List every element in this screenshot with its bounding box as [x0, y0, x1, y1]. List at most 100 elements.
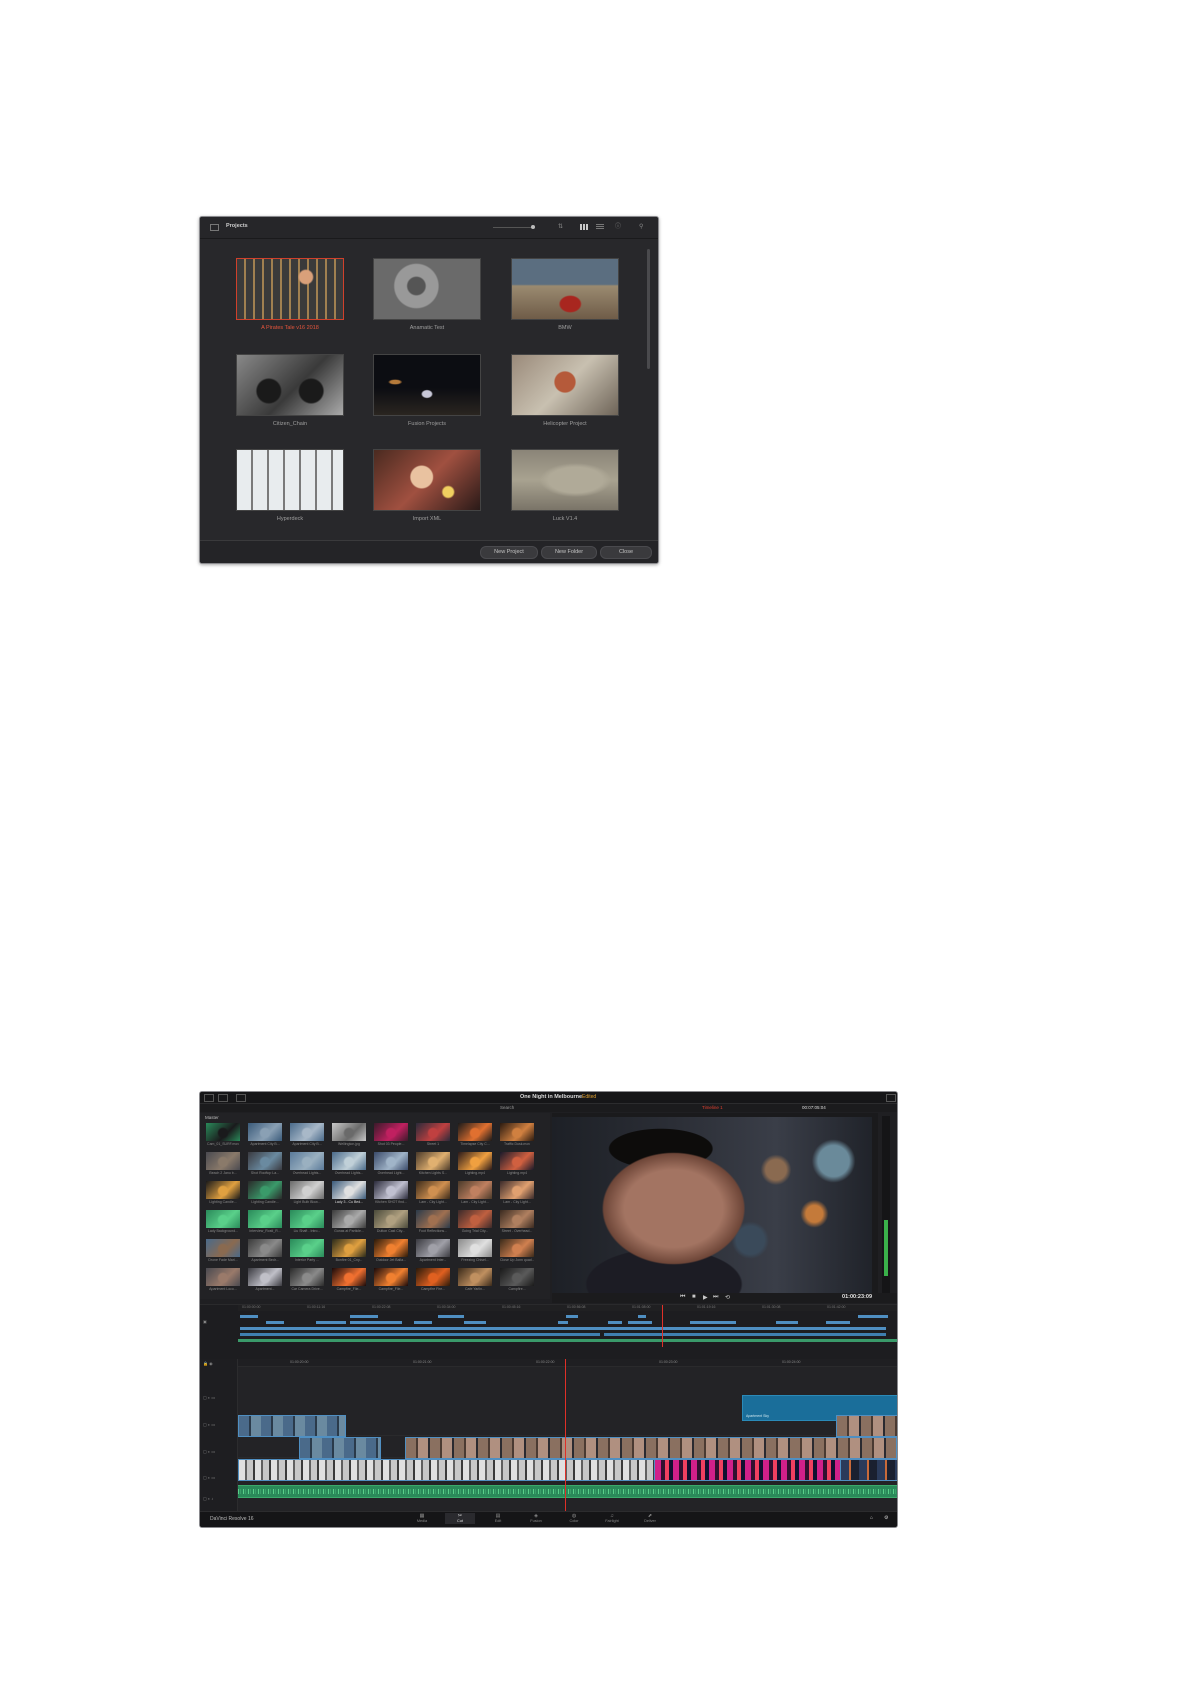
media-clip-thumbnail[interactable]: [248, 1181, 282, 1199]
media-clip[interactable]: Lam - Cky Light...: [500, 1181, 534, 1205]
settings-gear-icon[interactable]: ⚙: [884, 1515, 888, 1521]
transitions-icon[interactable]: [236, 1094, 246, 1102]
media-clip[interactable]: Interview_Rosti_R...: [248, 1210, 282, 1234]
lower-ruler[interactable]: 01:00:20:00 01:00:21:00 01:00:22:00 01:00:2…: [238, 1359, 897, 1367]
audio-track-1[interactable]: [238, 1485, 897, 1498]
media-clip-thumbnail[interactable]: [500, 1181, 534, 1199]
media-clip-thumbnail[interactable]: [458, 1268, 492, 1286]
media-clip-thumbnail[interactable]: [248, 1152, 282, 1170]
media-clip[interactable]: Outdoor Jet Balla...: [374, 1239, 408, 1263]
media-clip[interactable]: Cam_01_SURF.mov: [206, 1123, 240, 1147]
search-icon[interactable]: ⚲: [639, 224, 646, 230]
media-clip-thumbnail[interactable]: [248, 1123, 282, 1141]
media-clip-thumbnail[interactable]: [332, 1152, 366, 1170]
thumbnail-size-slider-knob[interactable]: [531, 225, 535, 229]
timeline-clip[interactable]: [690, 1321, 736, 1324]
video-clip[interactable]: [299, 1437, 381, 1459]
media-clip[interactable]: Car Camera Drive...: [290, 1268, 324, 1292]
media-clip[interactable]: Light Bulb Blow...: [290, 1181, 324, 1205]
media-clip-thumbnail[interactable]: [416, 1239, 450, 1257]
play-icon[interactable]: ▶: [703, 1294, 708, 1301]
media-clip[interactable]: Shot 03 People...: [374, 1123, 408, 1147]
media-clip-thumbnail[interactable]: [332, 1210, 366, 1228]
timeline-clip[interactable]: [240, 1327, 886, 1330]
page-tab-cut[interactable]: ✂ Cut: [445, 1513, 475, 1524]
media-clip[interactable]: Campfire_Flie...: [332, 1268, 366, 1292]
close-button[interactable]: Close: [600, 546, 652, 559]
media-clip-thumbnail[interactable]: [248, 1210, 282, 1228]
media-clip[interactable]: Overhead Lights...: [290, 1152, 324, 1176]
media-clip-thumbnail[interactable]: [458, 1210, 492, 1228]
media-clip-thumbnail[interactable]: [458, 1181, 492, 1199]
sync-bin-icon[interactable]: [218, 1094, 228, 1102]
search-label[interactable]: Search: [500, 1105, 514, 1110]
media-clip[interactable]: Drone Fade Mari...: [206, 1239, 240, 1263]
media-clip[interactable]: Street 1: [416, 1123, 450, 1147]
media-clip-thumbnail[interactable]: [290, 1123, 324, 1141]
track-header-v3[interactable]: ▢ ◐ ▭: [203, 1422, 215, 1427]
media-clip-thumbnail[interactable]: [290, 1152, 324, 1170]
media-pool-toggle-icon[interactable]: [204, 1094, 214, 1102]
sort-icon[interactable]: ⇅: [558, 224, 565, 230]
project-thumbnail[interactable]: [236, 258, 344, 320]
media-clip-thumbnail[interactable]: [416, 1152, 450, 1170]
page-tab-edit[interactable]: ▤ Edit: [483, 1513, 513, 1524]
media-clip-thumbnail[interactable]: [248, 1239, 282, 1257]
media-clip[interactable]: Lam - Cky Light...: [458, 1181, 492, 1205]
media-clip[interactable]: Kitchen SHOT find...: [374, 1181, 408, 1205]
media-clip-thumbnail[interactable]: [374, 1181, 408, 1199]
media-clip-thumbnail[interactable]: [248, 1268, 282, 1286]
track-header-v4[interactable]: ▢ ◐ ▭: [203, 1395, 215, 1400]
media-clip-thumbnail[interactable]: [206, 1152, 240, 1170]
media-clip[interactable]: Interior Party ...: [290, 1239, 324, 1263]
page-tab-color[interactable]: ◍ Color: [559, 1513, 589, 1524]
timeline-clip[interactable]: [240, 1333, 600, 1336]
media-clip[interactable]: Beach 2 Janu b...: [206, 1152, 240, 1176]
project-thumbnail[interactable]: [511, 258, 619, 320]
timeline-clip[interactable]: [438, 1315, 464, 1318]
timeline-clip[interactable]: [638, 1315, 646, 1318]
media-clip[interactable]: Foot Reflections...: [416, 1210, 450, 1234]
thumbnail-size-slider[interactable]: [493, 227, 535, 228]
upper-playhead[interactable]: [662, 1305, 663, 1347]
media-clip[interactable]: Shot Rooftop La...: [248, 1152, 282, 1176]
media-clip-thumbnail[interactable]: [458, 1152, 492, 1170]
list-view-icon[interactable]: [596, 224, 604, 230]
media-clip[interactable]: Going Trial City...: [458, 1210, 492, 1234]
media-clip[interactable]: Campfire Fire...: [416, 1268, 450, 1292]
media-clip[interactable]: Campfire...: [500, 1268, 534, 1292]
timeline-name[interactable]: Timeline 1: [702, 1105, 723, 1110]
grid-view-icon[interactable]: [580, 224, 588, 230]
media-clip-thumbnail[interactable]: [500, 1268, 534, 1286]
media-clip-thumbnail[interactable]: [416, 1123, 450, 1141]
page-tab-deliver[interactable]: ⬈ Deliver: [635, 1513, 665, 1524]
timeline-clip[interactable]: [608, 1321, 622, 1324]
track-header-a1[interactable]: ▢ ◐ ♪: [203, 1496, 213, 1501]
project-thumbnail[interactable]: [373, 258, 481, 320]
project-thumbnail[interactable]: [373, 449, 481, 511]
jump-end-icon[interactable]: ⏭: [713, 1294, 718, 1301]
video-clip[interactable]: [840, 1459, 897, 1481]
media-clip-thumbnail[interactable]: [374, 1268, 408, 1286]
media-clip[interactable]: Timelapse City C...: [458, 1123, 492, 1147]
media-clip-thumbnail[interactable]: [206, 1268, 240, 1286]
timeline-clip[interactable]: [776, 1321, 798, 1324]
media-clip-thumbnail[interactable]: [458, 1239, 492, 1257]
media-clip[interactable]: Lady 3 - Cu Bed...: [332, 1181, 366, 1205]
track-header-v2[interactable]: ▢ ◐ ▭: [203, 1449, 215, 1454]
page-tab-fairlight[interactable]: ♫ Fairlight: [597, 1513, 627, 1524]
media-clip[interactable]: Close Up Jonn quad...: [500, 1239, 534, 1263]
timeline-clip[interactable]: [566, 1315, 578, 1318]
timeline-clip[interactable]: [414, 1321, 432, 1324]
media-clip-thumbnail[interactable]: [290, 1181, 324, 1199]
page-tab-media[interactable]: ▦ Media: [407, 1513, 437, 1524]
project-thumbnail[interactable]: [236, 354, 344, 416]
video-clip[interactable]: [405, 1437, 897, 1459]
media-clip-thumbnail[interactable]: [500, 1210, 534, 1228]
media-clip[interactable]: Lighting.mp4: [458, 1152, 492, 1176]
media-clip-thumbnail[interactable]: [500, 1239, 534, 1257]
video-clip[interactable]: [836, 1415, 897, 1437]
media-clip[interactable]: Wellington.jpg: [332, 1123, 366, 1147]
media-clip[interactable]: Traffic Dusk.mov: [500, 1123, 534, 1147]
stop-icon[interactable]: ■: [692, 1294, 696, 1300]
